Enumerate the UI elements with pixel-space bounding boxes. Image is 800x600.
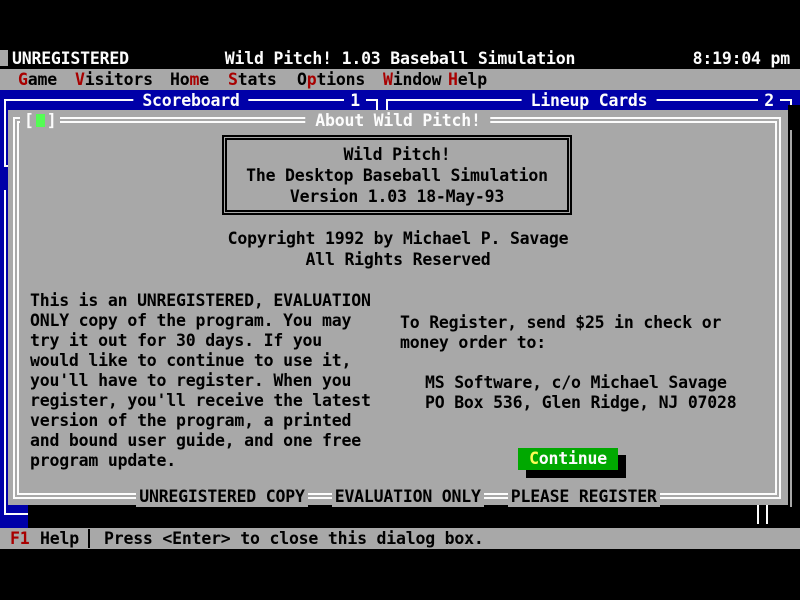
window-frame-fragment [757,505,759,524]
hotkey-letter: W [383,70,393,89]
menu-label-post: ame [28,70,57,89]
app-title: Wild Pitch! 1.03 Baseball Simulation [225,48,575,69]
menu-bar: Game Visitors Home Stats Options Window … [0,69,800,90]
address-line: MS Software, c/o Michael Savage [425,373,736,393]
body-line: ONLY copy of the program. You may [30,311,371,331]
f1-hotkey-label[interactable]: Help [40,528,79,549]
bracket-left: [ [24,111,34,130]
menu-label-post: tats [238,70,277,89]
menu-label-post: tions [316,70,365,89]
menu-item-game[interactable]: Game [18,69,57,90]
product-version: Version 1.03 18-May-93 [227,186,567,207]
window-number: 1 [344,90,366,111]
menu-item-options[interactable]: Options [297,69,365,90]
button-label: ontinue [539,449,607,468]
menu-label-post: indow [393,70,442,89]
spacer [400,353,736,373]
menu-item-visitors[interactable]: Visitors [75,69,153,90]
rights-line: All Rights Reserved [8,249,788,270]
copyright-block: Copyright 1992 by Michael P. Savage All … [8,228,788,270]
body-line: program update. [30,451,371,471]
desktop: Scoreboard 1 Lineup Cards 2 [] About Wil… [0,90,800,528]
clock: 8:19:04 pm [693,48,790,69]
hotkey-letter: p [307,70,317,89]
window-lineup-titlebar[interactable]: Lineup Cards 2 [386,90,792,111]
dialog-close-button[interactable]: [] [20,110,60,131]
registration-status: UNREGISTERED [12,48,129,69]
hotkey-letter: G [18,70,28,89]
menu-label-post: isitors [85,70,153,89]
status-divider [88,529,90,548]
menu-label-post: e [199,70,209,89]
window-frame-left [4,99,6,167]
hotkey-letter: m [189,70,199,89]
menu-item-home[interactable]: Home [170,69,209,90]
dialog-shadow-bottom [28,505,788,528]
window-title-lineup: Lineup Cards [522,90,657,111]
window-frame-right-shaded [790,130,792,507]
menu-item-stats[interactable]: Stats [228,69,277,90]
bracket-right: ] [47,111,57,130]
register-info: To Register, send $25 in check or money … [400,313,736,413]
button-hotkey: C [529,449,539,468]
register-line: To Register, send $25 in check or [400,313,736,333]
body-line: would like to continue to use it, [30,351,371,371]
body-line: and bound user guide, and one free [30,431,371,451]
window-scoreboard-titlebar[interactable]: Scoreboard 1 [4,90,378,111]
status-message: Press <Enter> to close this dialog box. [104,528,484,549]
register-line: money order to: [400,333,736,353]
body-line: try it out for 30 days. If you [30,331,371,351]
body-line: you'll have to register. When you [30,371,371,391]
window-frame-fragment [766,505,768,524]
menu-label-pre: Ho [170,70,189,89]
close-icon [36,114,45,127]
body-line: This is an UNREGISTERED, EVALUATION [30,291,371,311]
hotkey-letter: V [75,70,85,89]
dialog-title: About Wild Pitch! [305,110,490,131]
about-dialog: [] About Wild Pitch! Wild Pitch! The Des… [8,110,788,505]
dialog-footer: UNREGISTERED COPY EVALUATION ONLY PLEASE… [8,487,788,507]
about-box: Wild Pitch! The Desktop Baseball Simulat… [222,135,572,215]
window-frame-bottom [4,513,28,515]
body-line: register, you'll receive the latest [30,391,371,411]
hotkey-letter: H [448,70,458,89]
window-number: 2 [758,90,780,111]
hotkey-letter: S [228,70,238,89]
menu-item-help[interactable]: Help [448,69,487,90]
titlebar-left-chip [0,50,8,66]
footer-badge-evaluation: EVALUATION ONLY [332,487,484,507]
window-frame-left [4,190,6,515]
window-title-scoreboard: Scoreboard [133,90,248,111]
f1-hotkey[interactable]: F1 [10,528,29,549]
status-bar: F1 Help Press <Enter> to close this dial… [0,528,800,549]
address-line: PO Box 536, Glen Ridge, NJ 07028 [425,393,736,413]
footer-badge-register: PLEASE REGISTER [508,487,660,507]
copyright-line: Copyright 1992 by Michael P. Savage [8,228,788,249]
menu-label-pre: O [297,70,307,89]
product-name: Wild Pitch! [227,144,567,165]
footer-badge-unregistered: UNREGISTERED COPY [136,487,307,507]
app-screen: UNREGISTERED Wild Pitch! 1.03 Baseball S… [0,0,800,600]
product-tagline: The Desktop Baseball Simulation [227,165,567,186]
body-line: version of the program, a printed [30,411,371,431]
menu-item-window[interactable]: Window [383,69,441,90]
evaluation-text: This is an UNREGISTERED, EVALUATION ONLY… [30,291,371,471]
app-titlebar: UNREGISTERED Wild Pitch! 1.03 Baseball S… [0,48,800,69]
continue-button[interactable]: Continue [518,448,618,470]
menu-label-post: elp [458,70,487,89]
